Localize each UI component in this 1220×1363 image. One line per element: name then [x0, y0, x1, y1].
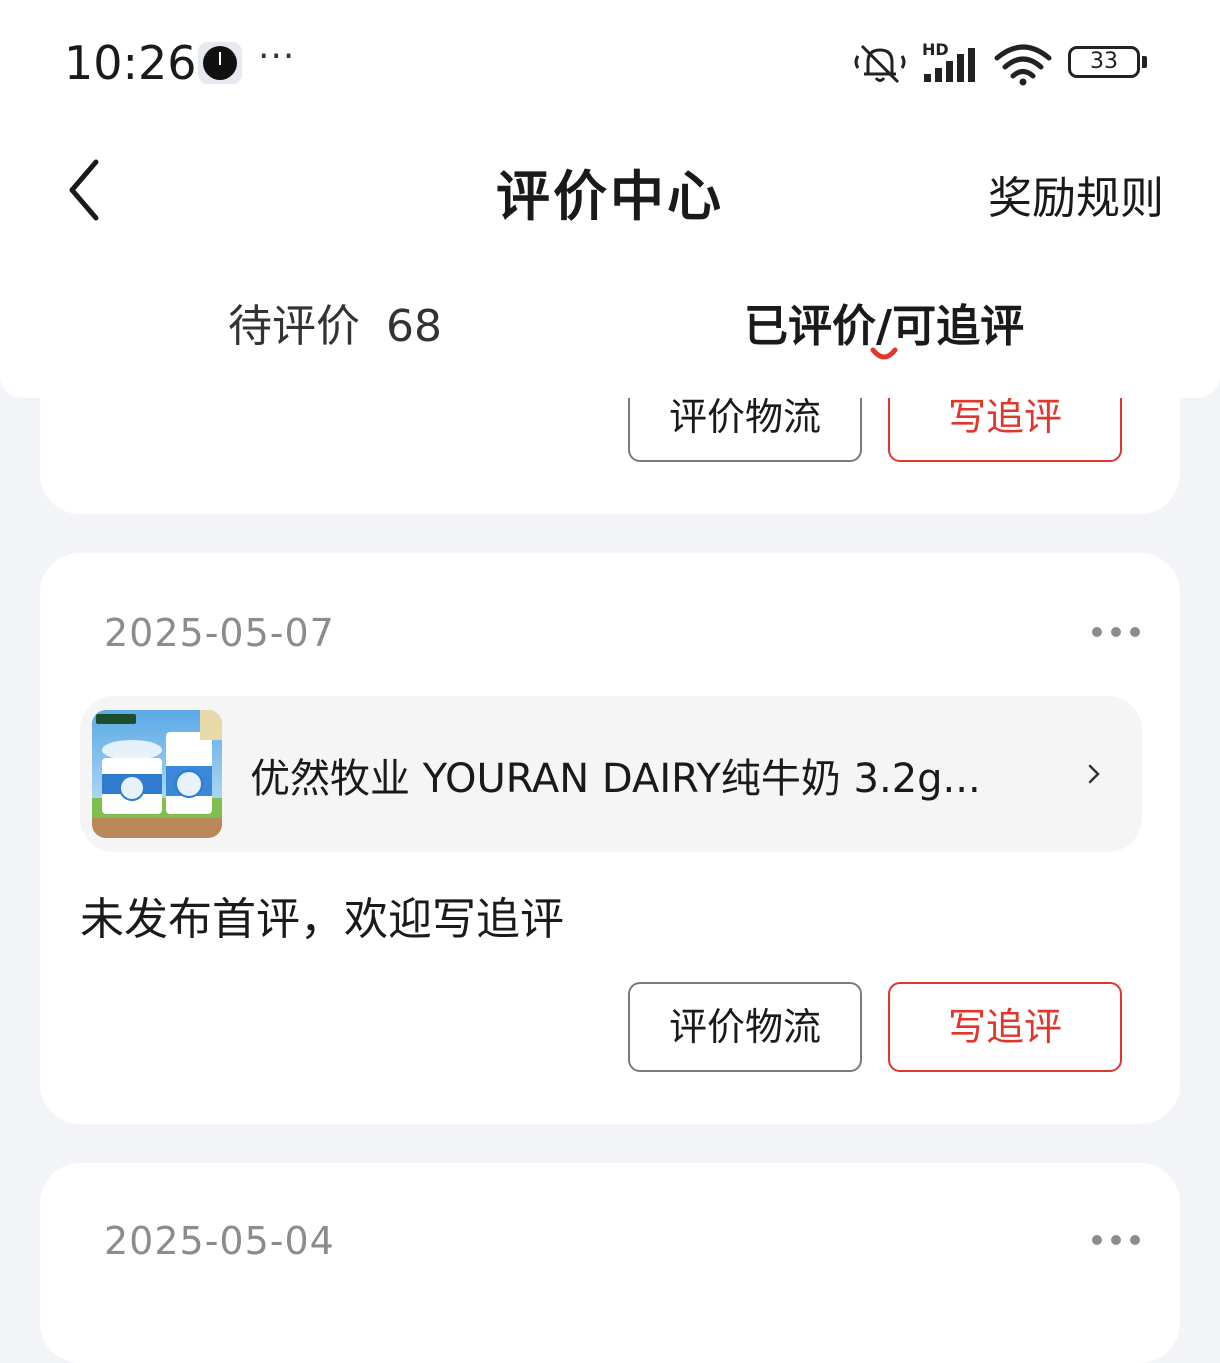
top-bar: 10:26 ··· HD 33 评价中心 奖励规则 待评价 68 已评价/可追评: [0, 0, 1220, 398]
status-time: 10:26: [64, 36, 197, 90]
product-thumbnail: [92, 710, 222, 838]
review-card: 2025-05-04: [40, 1163, 1180, 1363]
tab-pending-label: 待评价: [228, 301, 360, 352]
product-link[interactable]: 优然牧业 YOURAN DAIRY纯牛奶 3.2g...: [80, 696, 1142, 852]
review-status-text: 未发布首评，欢迎写追评: [80, 894, 564, 945]
mute-bell-icon: [854, 44, 906, 84]
chevron-right-icon: [1088, 764, 1100, 784]
more-notifications-icon: ···: [258, 36, 296, 77]
product-name: 优然牧业 YOURAN DAIRY纯牛奶 3.2g...: [250, 756, 981, 802]
alarm-clock-icon: [198, 42, 242, 84]
battery-icon: 33: [1068, 46, 1140, 78]
order-date: 2025-05-07: [104, 611, 335, 655]
active-tab-indicator: [870, 347, 898, 360]
more-options-icon[interactable]: [1092, 1235, 1140, 1247]
reward-rules-link[interactable]: 奖励规则: [988, 162, 1164, 226]
tab-pending-count: 68: [386, 301, 442, 352]
more-options-icon[interactable]: [1092, 627, 1140, 639]
signal-icon: [924, 48, 975, 82]
write-followup-button[interactable]: 写追评: [888, 982, 1122, 1072]
tab-pending[interactable]: 待评价 68: [228, 290, 442, 354]
review-card: 2025-05-07 优然牧业 YOURAN DAIRY纯牛奶 3.2g... …: [40, 553, 1180, 1124]
rate-logistics-button[interactable]: 评价物流: [628, 982, 862, 1072]
order-date: 2025-05-04: [104, 1219, 335, 1263]
wifi-icon: [994, 44, 1052, 86]
